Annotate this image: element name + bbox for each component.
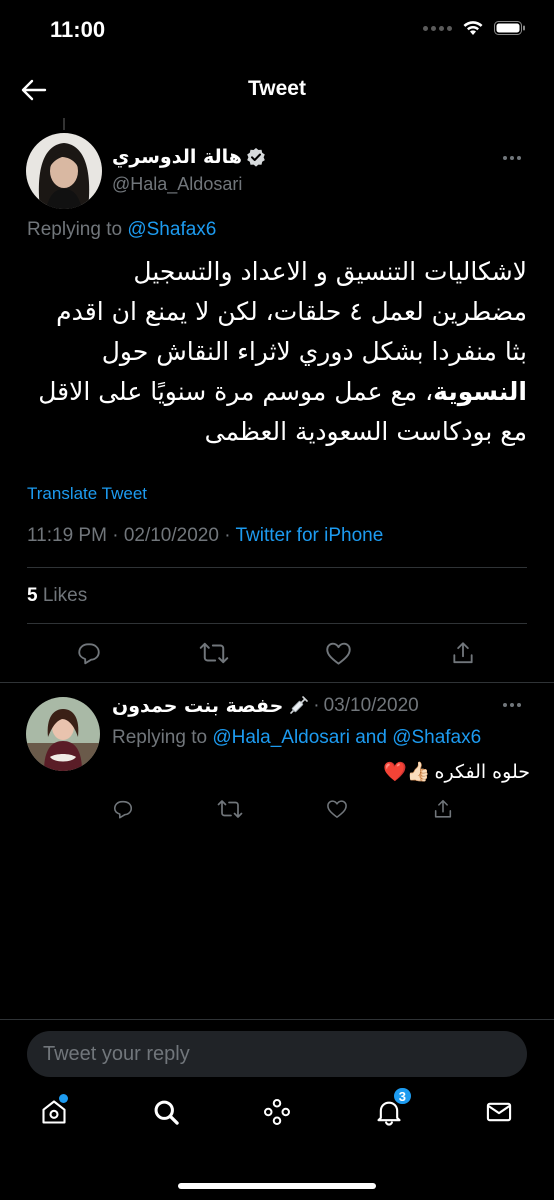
reply-icon: [78, 643, 100, 665]
likes-count-link[interactable]: 5 Likes: [27, 585, 87, 607]
reply-retweet-button[interactable]: [215, 796, 245, 822]
thread-line: [63, 118, 65, 130]
tweet-text-line-rest: ، مع عمل موسم مرة سنويًا على الاقل: [38, 377, 434, 406]
divider: [0, 682, 554, 683]
author-name-text: هالة الدوسري: [112, 146, 242, 168]
author-handle[interactable]: @Hala_Aldosari: [112, 174, 242, 195]
tweet-text-line: مع بودكاست السعودية العظمى: [204, 417, 527, 446]
reply-author-avatar[interactable]: [26, 697, 100, 771]
compose-area: [0, 1019, 554, 1089]
retweet-icon: [199, 642, 229, 664]
reply-text: حلوه الفكره 👍🏻❤️: [360, 760, 530, 784]
replying-prefix: Replying to: [27, 219, 123, 240]
divider: [27, 623, 527, 624]
battery-icon: [494, 21, 525, 35]
home-new-indicator: [59, 1094, 68, 1103]
share-icon: [453, 642, 473, 664]
replying-prefix: Replying to: [112, 727, 208, 748]
tweet-text-line: بثا منفردا بشكل دوري لاثراء النقاش حول: [101, 337, 527, 366]
reply-header: حفصة بنت حمدون · 03/10/2020: [112, 695, 419, 717]
reply-author-name[interactable]: حفصة بنت حمدون: [112, 695, 283, 717]
avatar-image: [26, 697, 100, 771]
tweet-date: 02/10/2020: [123, 525, 219, 546]
tweet-actions: [0, 638, 554, 668]
replying-to-link[interactable]: @Shafax6: [392, 727, 481, 748]
home-indicator: [178, 1183, 376, 1189]
replying-to-link[interactable]: @Shafax6: [127, 219, 216, 240]
search-icon: [154, 1100, 179, 1125]
likes-label: Likes: [42, 585, 88, 606]
reply-icon: [113, 800, 133, 819]
tweet-text-line: لاشكاليات التنسيق و الاعداد والتسجيل: [133, 257, 527, 286]
avatar-image: [26, 133, 102, 209]
author-name[interactable]: هالة الدوسري: [112, 146, 266, 168]
replying-to-link[interactable]: @Hala_Aldosari: [212, 727, 350, 748]
reply-actions: [0, 796, 554, 822]
meta-separator: ·: [224, 525, 231, 546]
reply-date-separator: ·: [313, 695, 320, 716]
tab-home[interactable]: [34, 1092, 74, 1132]
reply-text-body: حلوه الفكره: [434, 760, 530, 783]
share-icon: [434, 799, 452, 818]
reply-like-button[interactable]: [322, 796, 352, 822]
retweet-button[interactable]: [199, 638, 229, 668]
like-button[interactable]: [323, 638, 353, 668]
reply-button[interactable]: [74, 638, 104, 668]
meta-separator: ·: [112, 525, 119, 546]
tweet-source-link[interactable]: Twitter for iPhone: [235, 525, 383, 546]
reply-replying-to: Replying to @Hala_Aldosari and @Shafax6: [112, 727, 481, 749]
tab-bar: 3: [0, 1086, 554, 1152]
heart-icon: [325, 642, 351, 665]
reply-emoji: 👍🏻❤️: [383, 761, 431, 783]
tab-messages[interactable]: [479, 1092, 519, 1132]
tweet-meta: 11:19 PM · 02/10/2020 · Twitter for iPho…: [27, 525, 383, 547]
tweet-time: 11:19 PM: [27, 525, 107, 546]
status-bar: 11:00: [0, 0, 554, 62]
tweet-text-line: النسوية، مع عمل موسم مرة سنويًا على الاق…: [27, 372, 527, 412]
reply-date: 03/10/2020: [323, 695, 419, 716]
top-nav: Tweet: [0, 62, 554, 118]
more-options-icon[interactable]: [503, 148, 527, 168]
mail-icon: [486, 1102, 512, 1122]
page-title: Tweet: [248, 77, 306, 100]
reply-share-button[interactable]: [428, 796, 458, 822]
share-button[interactable]: [448, 638, 478, 668]
author-avatar[interactable]: [26, 133, 102, 209]
retweet-icon: [217, 800, 243, 818]
tab-spaces[interactable]: [257, 1092, 297, 1132]
reply-more-options-icon[interactable]: [503, 695, 527, 715]
tweet-bold-word: النسوية: [433, 377, 527, 406]
wifi-icon: [463, 21, 483, 35]
syringe-icon: [290, 696, 309, 714]
tweet-text: لاشكاليات التنسيق و الاعداد والتسجيل مضط…: [27, 252, 527, 452]
status-time: 11:00: [50, 17, 106, 42]
verified-badge-icon: [247, 148, 265, 167]
divider: [27, 567, 527, 568]
heart-icon: [327, 800, 347, 818]
reply-reply-button[interactable]: [108, 796, 138, 822]
cellular-signal-icon: [423, 25, 452, 31]
tab-search[interactable]: [146, 1092, 186, 1132]
translate-tweet-link[interactable]: Translate Tweet: [27, 484, 147, 504]
tweet-text-line: مضطرين لعمل ٤ حلقات، لكن لا يمنع ان اقدم: [56, 297, 527, 326]
notifications-badge: 3: [391, 1086, 413, 1106]
likes-count: 5: [27, 585, 38, 606]
reply-input[interactable]: [27, 1031, 527, 1077]
replying-to: Replying to @Shafax6: [27, 219, 216, 241]
replying-and: and: [355, 727, 387, 748]
tab-notifications[interactable]: 3: [369, 1086, 413, 1132]
status-icons: [423, 20, 526, 36]
spaces-icon: [264, 1099, 290, 1125]
